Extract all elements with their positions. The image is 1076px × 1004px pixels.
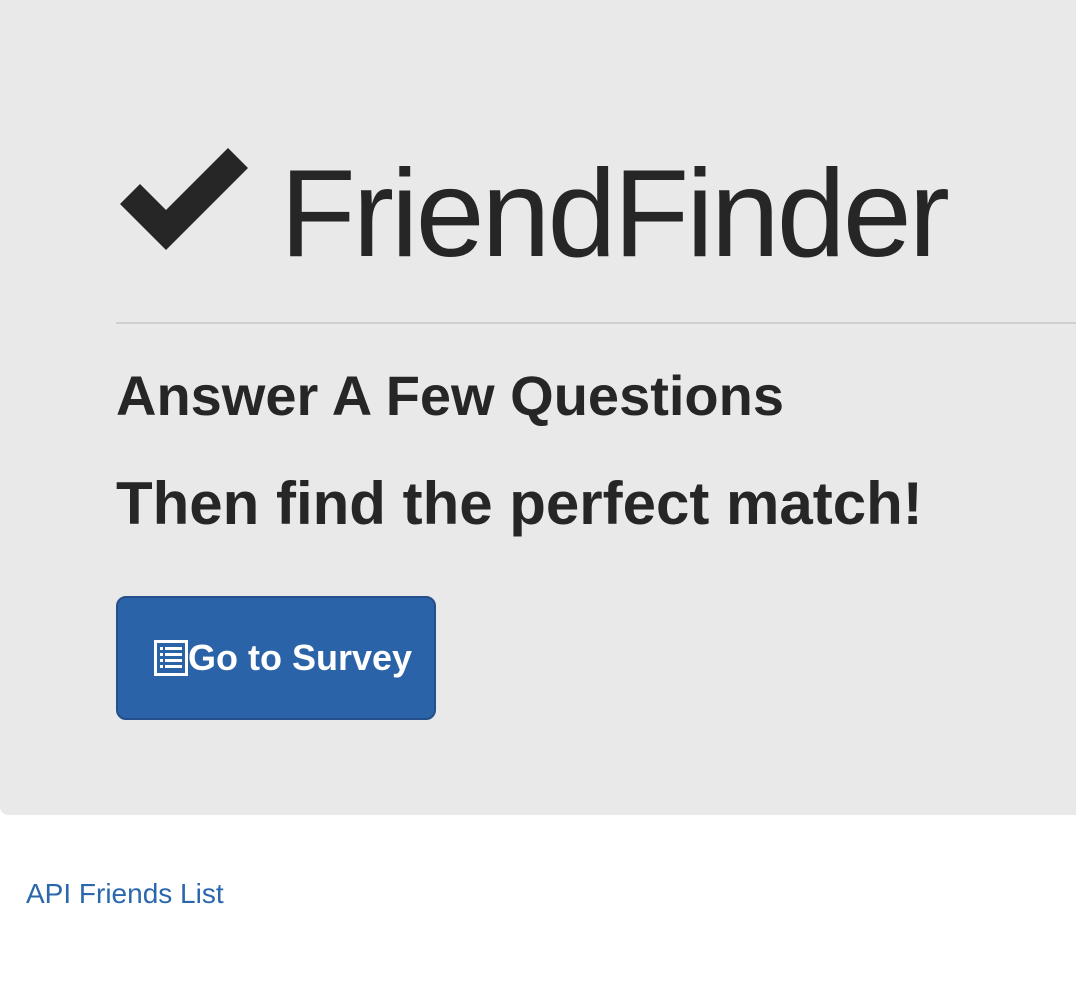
page-title-row: FriendFinder bbox=[116, 140, 950, 283]
jumbotron: FriendFinder Answer A Few Questions Then… bbox=[0, 0, 1076, 815]
api-friends-list-link[interactable]: API Friends List bbox=[26, 878, 224, 910]
page-title: FriendFinder bbox=[280, 145, 950, 283]
heading-find-match: Then find the perfect match! bbox=[116, 470, 923, 537]
go-to-survey-button[interactable]: Go to Survey bbox=[116, 596, 436, 720]
checkmark-icon bbox=[116, 144, 248, 256]
divider bbox=[116, 322, 1076, 324]
heading-answer-questions: Answer A Few Questions bbox=[116, 364, 784, 427]
list-icon bbox=[154, 640, 188, 676]
go-to-survey-label: Go to Survey bbox=[188, 637, 413, 678]
